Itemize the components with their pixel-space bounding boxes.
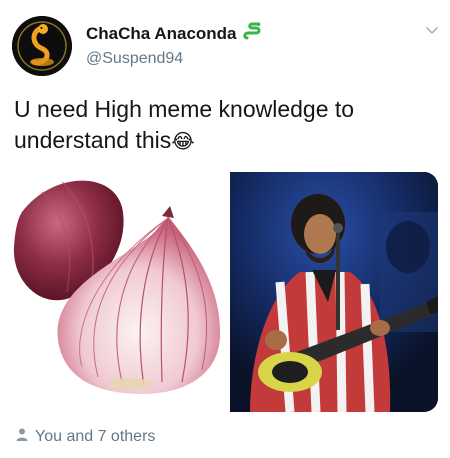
likes-text: You and 7 others — [35, 428, 156, 445]
tweet-text: U need High meme knowledge to understand… — [14, 94, 434, 158]
guitarist-photo[interactable] — [230, 172, 438, 412]
likes-row[interactable]: You and 7 others — [16, 428, 155, 446]
tweet-card: ChaCha Anaconda @Suspend94 U need High m… — [0, 0, 450, 458]
avatar[interactable] — [12, 16, 72, 76]
media-grid — [12, 172, 438, 412]
display-name[interactable]: ChaCha Anaconda — [86, 24, 237, 44]
name-row: ChaCha Anaconda — [86, 22, 263, 45]
onion-photo[interactable] — [12, 172, 224, 412]
tears-of-joy-emoji: 😂 — [171, 131, 195, 153]
person-icon — [16, 428, 28, 446]
chevron-down-icon[interactable] — [424, 22, 440, 38]
user-handle[interactable]: @Suspend94 — [86, 50, 183, 68]
snake-emoji-icon — [242, 22, 263, 45]
